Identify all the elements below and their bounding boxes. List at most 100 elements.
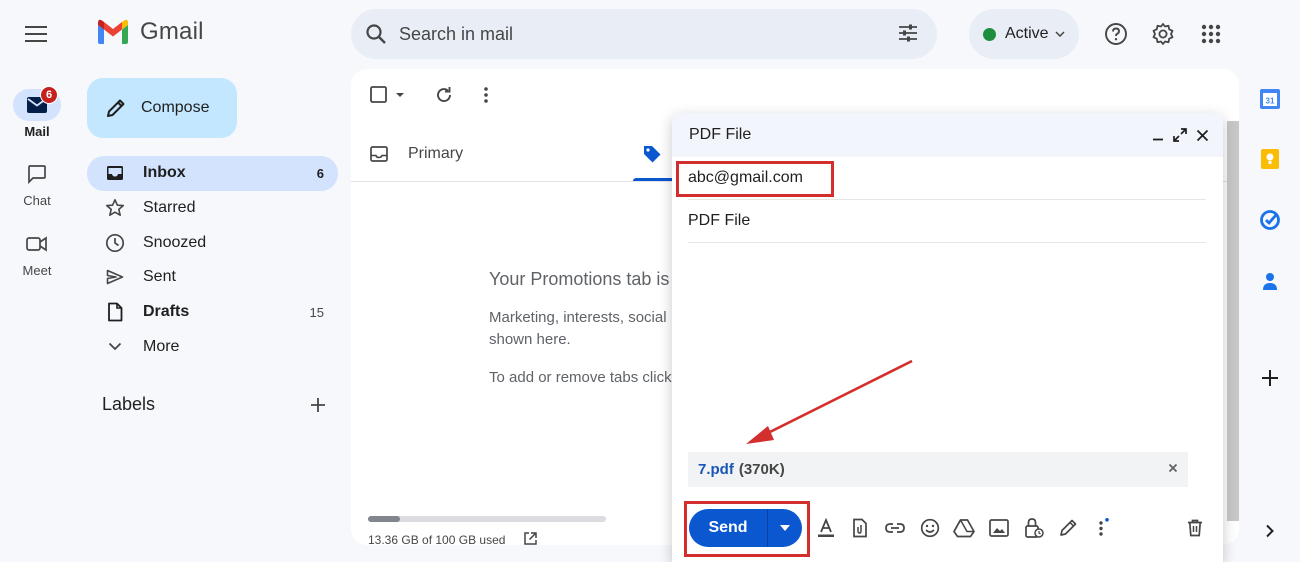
mail-unread-badge: 6 <box>40 86 58 104</box>
tasks-icon <box>1260 210 1280 230</box>
photo-icon <box>989 519 1009 537</box>
compose-label: Compose <box>141 99 210 116</box>
insert-emoji-button[interactable] <box>919 517 941 539</box>
discard-draft-button[interactable] <box>1184 517 1206 539</box>
sidebar-item-label: More <box>143 337 180 355</box>
rail-item-meet[interactable]: Meet <box>0 228 74 278</box>
gmail-m-icon <box>98 19 128 44</box>
apps-grid-icon <box>1201 24 1221 44</box>
sidebar-item-starred[interactable]: Starred <box>87 191 338 226</box>
empty-state-tip: To add or remove tabs click <box>489 369 672 386</box>
refresh-button[interactable] <box>435 85 453 105</box>
subject-field[interactable]: PDF File <box>688 200 1206 243</box>
empty-state-description: Marketing, interests, social shown here. <box>489 309 667 348</box>
contacts-app-button[interactable] <box>1257 268 1283 294</box>
insert-photo-button[interactable] <box>988 517 1010 539</box>
inbox-count: 6 <box>316 165 324 181</box>
more-vert-icon <box>484 87 488 103</box>
refresh-icon <box>437 87 451 102</box>
emoji-icon <box>920 518 940 538</box>
contacts-icon <box>1263 273 1277 290</box>
more-vert-icon <box>1099 518 1109 536</box>
search-icon[interactable] <box>363 21 389 47</box>
tag-icon <box>644 146 661 163</box>
text-format-icon <box>818 518 834 537</box>
inbox-icon <box>105 163 125 183</box>
calendar-app-button[interactable]: 31 <box>1257 86 1283 112</box>
open-external-icon <box>524 532 537 545</box>
attachment-size: (370K) <box>738 461 785 478</box>
apps-button[interactable] <box>1192 15 1230 53</box>
formatting-options-button[interactable] <box>815 517 837 539</box>
compose-header[interactable]: PDF File <box>672 113 1223 157</box>
attachment-name[interactable]: 7.pdf <box>698 461 734 478</box>
calendar-icon: 31 <box>1260 89 1280 109</box>
rail-label-meet: Meet <box>22 263 52 278</box>
chevron-down-icon <box>1055 31 1065 37</box>
search-input[interactable] <box>399 23 859 45</box>
status-selector[interactable]: Active <box>969 9 1079 59</box>
add-label-button[interactable] <box>306 393 330 417</box>
sidebar-item-snoozed[interactable]: Snoozed <box>87 225 338 260</box>
trash-icon <box>1188 519 1202 537</box>
plus-icon <box>311 398 325 412</box>
help-button[interactable] <box>1097 15 1135 53</box>
confidential-mode-button[interactable] <box>1023 517 1045 539</box>
close-icon <box>1196 129 1208 141</box>
close-compose-button[interactable] <box>1194 127 1210 143</box>
hide-side-panel-button[interactable] <box>1257 518 1283 544</box>
drive-icon <box>953 519 975 538</box>
more-actions-button[interactable] <box>483 85 489 105</box>
search-options-icon[interactable] <box>897 22 919 44</box>
attach-files-button[interactable] <box>849 517 871 539</box>
rail-item-mail[interactable]: 6 Mail <box>0 86 74 139</box>
get-addons-button[interactable] <box>1257 365 1283 391</box>
subject-value: PDF File <box>688 212 751 229</box>
attachment-chip[interactable]: 7.pdf (370K) <box>688 452 1188 487</box>
rail-item-chat[interactable]: Chat <box>0 158 74 208</box>
compose-button[interactable]: Compose <box>87 78 237 138</box>
chevron-right-icon <box>1266 524 1274 538</box>
more-options-button[interactable] <box>1092 517 1114 539</box>
gear-icon <box>1152 23 1174 45</box>
rail-label-mail: Mail <box>24 124 50 139</box>
manage-storage-link[interactable] <box>523 531 538 545</box>
scrollbar[interactable] <box>1227 121 1239 521</box>
gmail-logo[interactable]: Gmail <box>96 18 204 46</box>
remove-attachment-button[interactable] <box>1168 463 1178 473</box>
tab-promotions[interactable] <box>642 127 662 181</box>
tab-primary[interactable]: Primary <box>370 127 463 181</box>
minimize-button[interactable] <box>1150 127 1166 143</box>
sidebar-item-label: Drafts <box>143 303 190 321</box>
drafts-count: 15 <box>309 304 324 320</box>
select-all-checkbox[interactable] <box>370 85 406 105</box>
fullscreen-button[interactable] <box>1172 127 1188 143</box>
minimize-icon <box>1153 138 1163 141</box>
search-bar <box>351 9 937 59</box>
keep-icon <box>1261 149 1279 169</box>
hamburger-icon <box>25 26 47 42</box>
meet-icon <box>26 236 47 252</box>
storage-usage-text: 13.36 GB of 100 GB used <box>368 533 506 545</box>
recipient-highlight-box <box>676 161 834 197</box>
insert-signature-button[interactable] <box>1057 517 1079 539</box>
sidebar-item-drafts[interactable]: Drafts 15 <box>87 295 338 330</box>
settings-button[interactable] <box>1144 15 1182 53</box>
clock-icon <box>105 233 125 253</box>
status-label: Active <box>1005 25 1049 42</box>
tasks-app-button[interactable] <box>1257 207 1283 233</box>
svg-text:31: 31 <box>1266 97 1275 106</box>
draft-icon <box>105 302 125 322</box>
main-menu-button[interactable] <box>16 14 56 54</box>
close-icon <box>1168 463 1178 473</box>
send-highlight-box <box>684 501 810 557</box>
keep-app-button[interactable] <box>1257 146 1283 172</box>
sidebar-item-inbox[interactable]: Inbox 6 <box>87 156 338 191</box>
insert-drive-file-button[interactable] <box>953 517 975 539</box>
tab-label: Primary <box>408 145 464 162</box>
insert-link-button[interactable] <box>884 517 906 539</box>
status-dot <box>983 27 996 41</box>
sidebar-item-label: Snoozed <box>143 233 207 251</box>
sidebar-item-sent[interactable]: Sent <box>87 260 338 295</box>
sidebar-item-more[interactable]: More <box>87 329 338 364</box>
